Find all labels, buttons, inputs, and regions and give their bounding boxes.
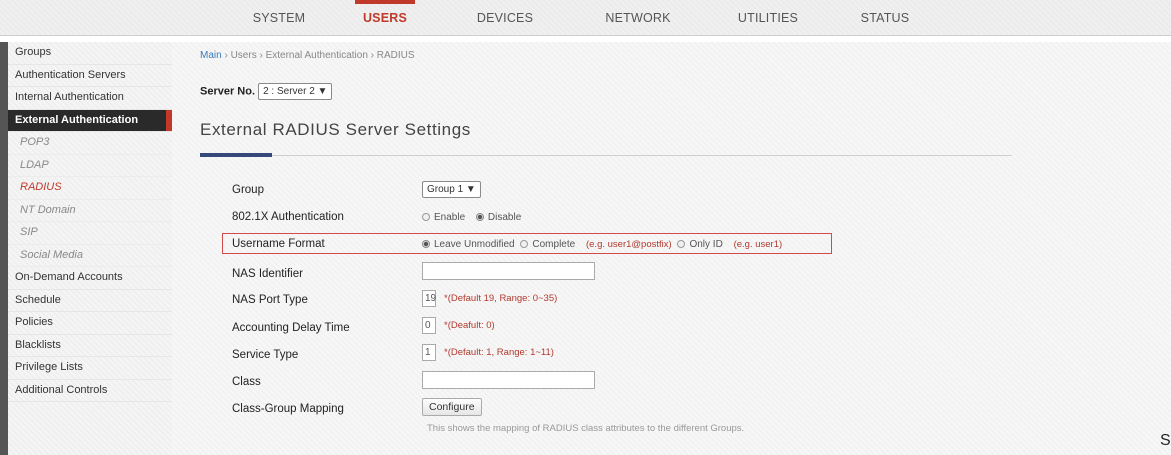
server-row: Server No. 2 : Server 2 ▼	[200, 83, 333, 100]
nas-identifier-label: NAS Identifier	[232, 268, 303, 280]
accounting-delay-field: 0 *(Deafult: 0)	[422, 317, 495, 334]
username-format-complete-radio[interactable]	[520, 240, 529, 248]
breadcrumb-radius: RADIUS	[376, 50, 415, 61]
class-input[interactable]	[422, 371, 595, 389]
sidebar-item-schedule[interactable]: Schedule	[8, 290, 172, 312]
title-accent-bar	[200, 153, 272, 157]
username-format-leave-label: Leave Unmodified	[434, 239, 515, 250]
tab-devices[interactable]: DEVICES	[470, 0, 540, 35]
breadcrumb: Main › Users › External Authentication ›…	[200, 50, 415, 61]
class-label: Class	[232, 376, 261, 388]
main-content: Main › Users › External Authentication ›…	[172, 42, 1171, 455]
breadcrumb-separator: ›	[367, 50, 377, 61]
sidebar: Groups Authentication Servers Internal A…	[0, 42, 173, 455]
username-format-onlyid-label: Only ID	[689, 239, 723, 250]
server-label: Server No.	[200, 85, 256, 98]
group-field: Group 1 ▼	[422, 181, 481, 198]
group-select[interactable]: Group 1 ▼	[422, 181, 481, 198]
tab-utilities[interactable]: UTILITIES	[728, 0, 808, 35]
dot1x-enable-label: Enable	[434, 212, 466, 223]
title-divider	[200, 155, 1012, 156]
dot1x-label: 802.1X Authentication	[232, 211, 344, 223]
class-group-mapping-field: Configure	[422, 398, 482, 416]
sidebar-item-additional-controls[interactable]: Additional Controls	[8, 380, 172, 402]
breadcrumb-separator: ›	[256, 50, 266, 61]
sidebar-item-internal-authentication[interactable]: Internal Authentication	[8, 87, 172, 110]
tab-status[interactable]: STATUS	[850, 0, 920, 35]
nas-port-type-hint: *(Default 19, Range: 0~35)	[444, 293, 558, 305]
sidebar-item-on-demand-accounts[interactable]: On-Demand Accounts	[8, 267, 172, 290]
username-format-label: Username Format	[232, 238, 325, 250]
username-format-onlyid-radio[interactable]	[677, 240, 686, 248]
accounting-delay-label: Accounting Delay Time	[232, 322, 350, 334]
service-type-hint: *(Default: 1, Range: 1~11)	[444, 347, 554, 359]
accounting-delay-input[interactable]: 0	[422, 317, 436, 334]
breadcrumb-separator: ›	[221, 50, 231, 61]
sidebar-item-blacklists[interactable]: Blacklists	[8, 335, 172, 357]
dot1x-enable-radio[interactable]	[422, 213, 430, 221]
service-type-input[interactable]: 1	[422, 344, 436, 361]
breadcrumb-external: External Authentication	[265, 50, 368, 61]
tab-network[interactable]: NETWORK	[598, 0, 678, 35]
sidebar-subitem-nt-domain[interactable]: NT Domain	[8, 200, 172, 222]
dot1x-disable-radio[interactable]	[475, 213, 484, 221]
username-format-leave-radio[interactable]	[422, 240, 430, 248]
group-label: Group	[232, 184, 264, 196]
section-title: External RADIUS Server Settings	[200, 120, 471, 139]
accounting-delay-hint: *(Deafult: 0)	[444, 320, 495, 332]
server-select[interactable]: 2 : Server 2 ▼	[258, 83, 333, 100]
breadcrumb-main[interactable]: Main	[200, 50, 222, 61]
sidebar-subitem-ldap[interactable]: LDAP	[8, 155, 172, 177]
sidebar-item-policies[interactable]: Policies	[8, 312, 172, 335]
class-group-mapping-note: This shows the mapping of RADIUS class a…	[427, 423, 745, 434]
sidebar-subitem-social-media[interactable]: Social Media	[8, 245, 172, 267]
tab-users[interactable]: USERS	[355, 0, 415, 35]
class-field	[422, 371, 595, 392]
tab-system[interactable]: SYSTEM	[244, 0, 314, 35]
username-format-complete-hint: (e.g. user1@postfix)	[585, 239, 672, 250]
username-format-complete-label: Complete	[532, 239, 576, 250]
username-format-field: Leave Unmodified Complete (e.g. user1@po…	[422, 239, 782, 250]
service-type-field: 1 *(Default: 1, Range: 1~11)	[422, 344, 554, 361]
class-group-mapping-label: Class-Group Mapping	[232, 403, 344, 415]
dot1x-field: Enable Disable	[422, 212, 521, 223]
dot1x-disable-label: Disable	[487, 212, 522, 223]
sidebar-item-privilege-lists[interactable]: Privilege Lists	[8, 357, 172, 380]
nas-port-type-field: 19 *(Default 19, Range: 0~35)	[422, 290, 557, 307]
sidebar-item-authentication-servers[interactable]: Authentication Servers	[8, 65, 172, 87]
nas-identifier-field	[422, 262, 595, 283]
service-type-label: Service Type	[232, 349, 299, 361]
breadcrumb-users: Users	[230, 50, 257, 61]
sidebar-subitem-radius[interactable]: RADIUS	[8, 177, 172, 200]
sidebar-item-external-authentication[interactable]: External Authentication	[8, 109, 173, 132]
sidebar-subitem-sip[interactable]: SIP	[8, 222, 172, 245]
sidebar-item-groups[interactable]: Groups	[8, 42, 172, 65]
nas-identifier-input[interactable]	[422, 262, 595, 280]
sidebar-subitem-pop3[interactable]: POP3	[8, 132, 172, 155]
nas-port-type-input[interactable]: 19	[422, 290, 436, 307]
configure-button[interactable]: Configure	[422, 398, 482, 416]
username-format-onlyid-hint: (e.g. user1)	[733, 239, 783, 250]
stray-character: S	[1160, 432, 1171, 449]
nas-port-type-label: NAS Port Type	[232, 294, 308, 306]
top-navigation: SYSTEM USERS DEVICES NETWORK UTILITIES S…	[0, 0, 1171, 36]
